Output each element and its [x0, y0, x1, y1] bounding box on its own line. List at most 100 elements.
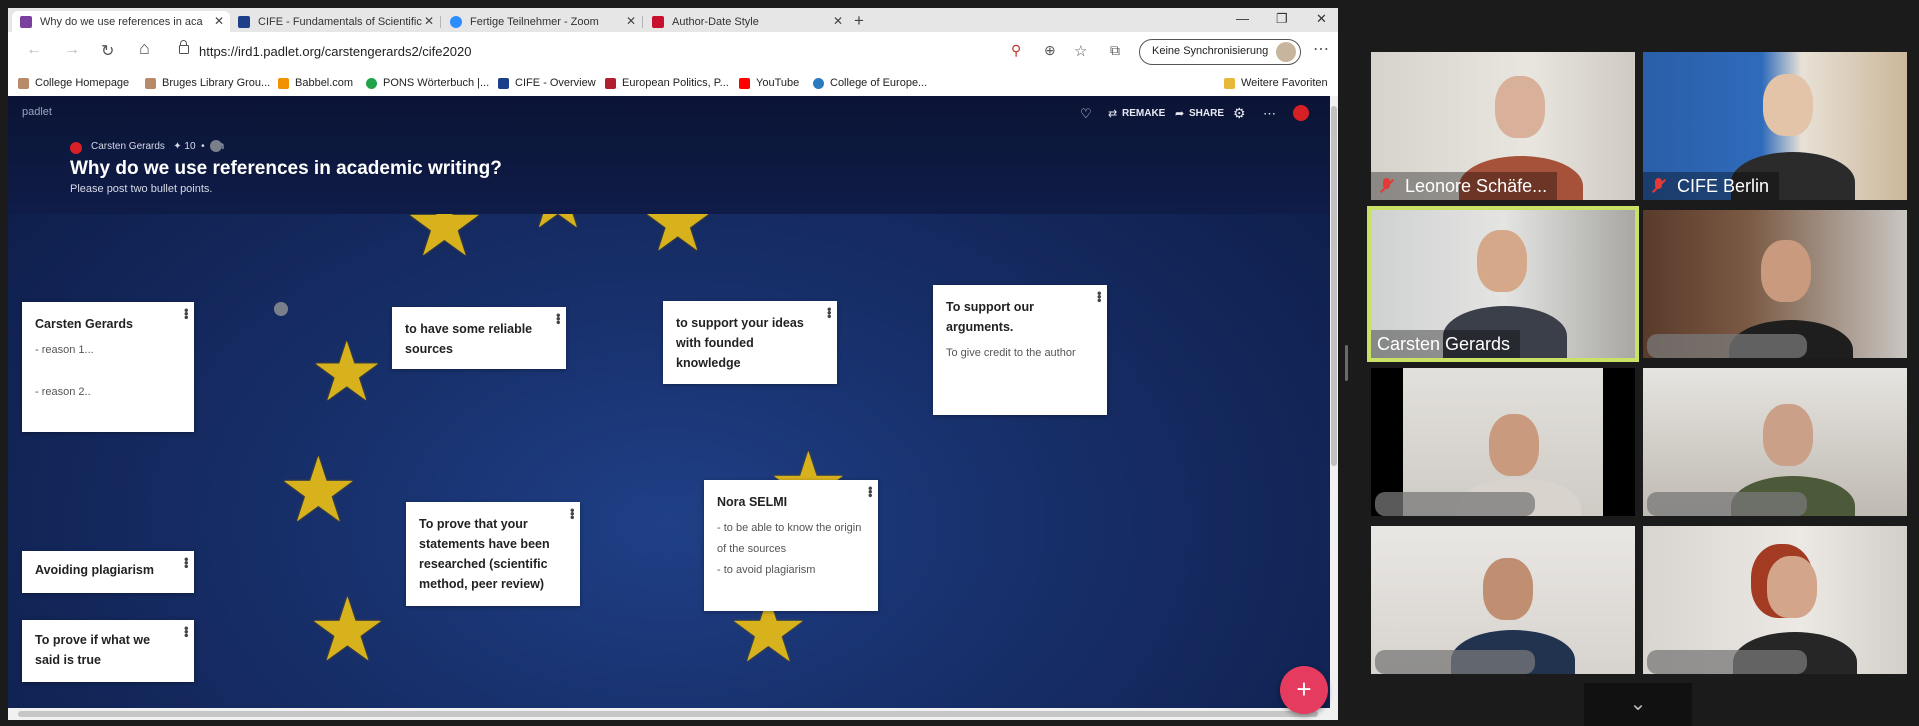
- participant-tile[interactable]: [1643, 210, 1907, 358]
- post-title: to have some reliable sources: [405, 322, 533, 356]
- participant-name: Leonore Schäfe...: [1405, 175, 1548, 196]
- settings-gear-icon[interactable]: ⚙: [1233, 105, 1246, 122]
- star-icon: ★: [310, 327, 384, 418]
- add-post-button[interactable]: +: [1280, 666, 1328, 714]
- bookmark-babbel[interactable]: Babbel.com: [278, 77, 353, 89]
- post-card[interactable]: to have some reliable sources •••: [392, 307, 566, 369]
- post-title: Carsten Gerards: [35, 317, 133, 331]
- bookmark-bruges-library[interactable]: Bruges Library Grou...: [145, 77, 270, 89]
- bookmark-label: Bruges Library Grou...: [162, 77, 271, 89]
- page-subtitle: Please post two bullet points.: [70, 183, 213, 195]
- participant-tile[interactable]: [1371, 526, 1635, 674]
- cife-icon: [498, 77, 509, 89]
- chevron-down-icon[interactable]: ⌄: [1584, 683, 1692, 726]
- post-menu-icon[interactable]: •••: [565, 508, 580, 519]
- post-menu-icon[interactable]: •••: [179, 557, 194, 568]
- share-button[interactable]: SHARE: [1189, 108, 1224, 119]
- post-menu-icon[interactable]: •••: [1092, 291, 1107, 302]
- more-icon[interactable]: ⋯: [1263, 106, 1276, 122]
- page-title: Why do we use references in academic wri…: [70, 158, 502, 179]
- participant-tile-active-speaker[interactable]: Carsten Gerards: [1367, 206, 1639, 362]
- tracking-prevention-icon[interactable]: ⚲: [1011, 42, 1021, 59]
- post-card[interactable]: To prove that your statements have been …: [406, 502, 580, 606]
- tab-padlet[interactable]: Why do we use references in aca ✕: [12, 11, 230, 32]
- tab-cife[interactable]: CIFE - Fundamentals of Scientific ✕: [230, 11, 440, 32]
- heart-icon[interactable]: ♡: [1080, 106, 1092, 122]
- scrollbar-thumb[interactable]: [1331, 106, 1337, 466]
- bookmark-pons[interactable]: PONS Wörterbuch |...: [366, 77, 489, 89]
- post-menu-icon[interactable]: •••: [863, 486, 878, 497]
- post-menu-icon[interactable]: •••: [179, 626, 194, 637]
- participant-video: [1489, 414, 1539, 476]
- participant-tile[interactable]: [1371, 368, 1635, 516]
- back-button[interactable]: ←: [26, 41, 42, 59]
- bookmark-cife-overview[interactable]: CIFE - Overview: [498, 77, 596, 89]
- vertical-scrollbar[interactable]: [1330, 96, 1338, 708]
- name-label-redacted: [1647, 334, 1807, 358]
- close-icon[interactable]: ✕: [424, 14, 434, 28]
- url-field[interactable]: https://ird1.padlet.org/carstengerards2/…: [175, 40, 1015, 64]
- post-card[interactable]: to support your ideas with founded knowl…: [663, 301, 837, 384]
- close-icon[interactable]: ✕: [214, 14, 224, 28]
- post-menu-icon[interactable]: •••: [822, 307, 837, 318]
- new-tab-button[interactable]: +: [854, 11, 864, 31]
- bookmarks-bar: College Homepage Bruges Library Grou... …: [8, 72, 1338, 97]
- bookmark-european-politics[interactable]: European Politics, P...: [605, 77, 729, 89]
- star-icon: ★: [308, 580, 387, 679]
- participant-video: [1763, 404, 1813, 466]
- post-card[interactable]: To prove if what we said is true •••: [22, 620, 194, 682]
- participant-tile[interactable]: Leonore Schäfe...: [1371, 52, 1635, 200]
- author-name: Carsten Gerards: [91, 141, 165, 152]
- tab-zoom[interactable]: Fertige Teilnehmer - Zoom ✕: [442, 11, 642, 32]
- window-close-button[interactable]: ✕: [1316, 11, 1327, 27]
- post-card[interactable]: Carsten Gerards - reason 1... - reason 2…: [22, 302, 194, 432]
- bookmark-college-homepage[interactable]: College Homepage: [18, 77, 129, 89]
- favorite-star-icon[interactable]: ☆: [1074, 42, 1087, 60]
- sync-button[interactable]: Keine Synchronisierung: [1139, 39, 1301, 65]
- participant-tile[interactable]: [1643, 526, 1907, 674]
- minimize-button[interactable]: —: [1236, 11, 1249, 26]
- post-card[interactable]: To support our arguments. To give credit…: [933, 285, 1107, 415]
- bookmark-icon: [145, 77, 156, 89]
- post-card[interactable]: Nora SELMI - to be able to know the orig…: [704, 480, 878, 611]
- close-icon[interactable]: ✕: [833, 14, 843, 28]
- bookmark-other-favorites[interactable]: Weitere Favoriten: [1224, 77, 1328, 89]
- close-icon[interactable]: ✕: [626, 14, 636, 28]
- bookmark-label: College of Europe...: [830, 77, 928, 89]
- post-menu-icon[interactable]: •••: [551, 313, 566, 324]
- forward-button[interactable]: →: [64, 41, 80, 59]
- padlet-logo[interactable]: padlet: [22, 106, 52, 118]
- user-avatar[interactable]: [1293, 105, 1309, 121]
- bookmark-label: Babbel.com: [295, 77, 354, 89]
- scrollbar-thumb[interactable]: [18, 711, 1318, 717]
- author-avatar: [70, 142, 82, 154]
- refresh-button[interactable]: ↻: [101, 41, 114, 61]
- participant-tile[interactable]: CIFE Berlin: [1643, 52, 1907, 200]
- remake-button[interactable]: REMAKE: [1122, 108, 1165, 119]
- participant-tile[interactable]: [1643, 368, 1907, 516]
- more-icon[interactable]: ⋯: [1313, 39, 1329, 59]
- bookmark-label: College Homepage: [35, 77, 130, 89]
- collaborator-cursor: [274, 302, 288, 316]
- padlet-favicon-icon: [20, 15, 32, 28]
- restore-button[interactable]: ❐: [1276, 11, 1288, 27]
- name-label-redacted: [1375, 492, 1535, 516]
- bookmark-icon: [813, 77, 824, 89]
- horizontal-scrollbar[interactable]: [8, 708, 1338, 720]
- bookmark-college-of-europe[interactable]: College of Europe...: [813, 77, 927, 89]
- home-button[interactable]: ⌂: [139, 38, 150, 59]
- post-title: Avoiding plagiarism: [35, 563, 155, 577]
- post-menu-icon[interactable]: •••: [179, 308, 194, 319]
- participant-name: CIFE Berlin: [1677, 175, 1770, 196]
- bookmark-youtube[interactable]: YouTube: [739, 77, 799, 89]
- collections-icon[interactable]: ⧉: [1110, 42, 1120, 59]
- tab-author-date[interactable]: Author-Date Style ✕: [644, 11, 849, 32]
- add-icon[interactable]: ⊕: [1044, 42, 1056, 59]
- tab-title: CIFE - Fundamentals of Scientific: [258, 15, 422, 28]
- padlet-header: padlet ♡ ⇄ REMAKE ➦ SHARE ⚙ ⋯ Carsten Ge…: [8, 96, 1330, 214]
- author-meta: Carsten Gerards ✦ 10 • 1m: [91, 141, 224, 152]
- post-card[interactable]: Avoiding plagiarism •••: [22, 551, 194, 593]
- participant-video: [1761, 240, 1811, 302]
- split-handle[interactable]: [1345, 345, 1348, 381]
- profile-avatar: [1276, 42, 1296, 62]
